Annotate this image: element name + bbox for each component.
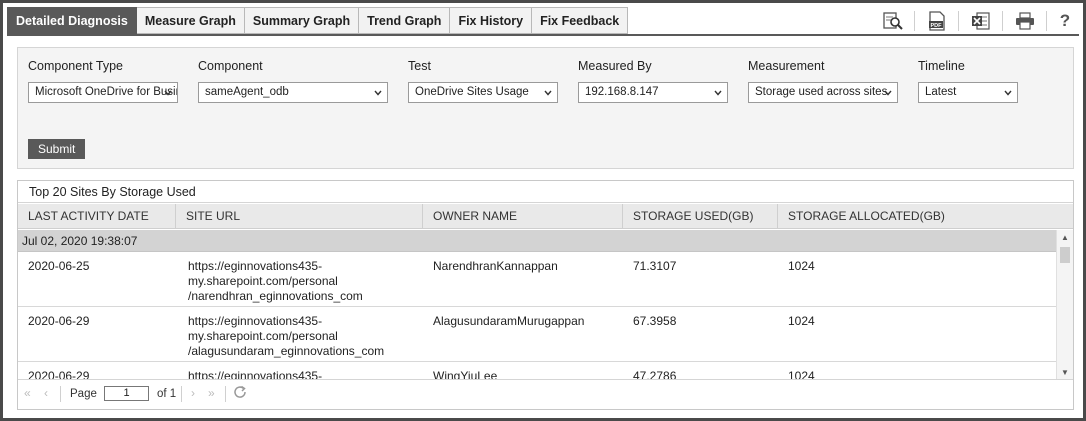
chevron-down-icon (164, 90, 172, 96)
page-label: Page (70, 388, 97, 400)
sites-table-panel: Top 20 Sites By Storage Used LAST ACTIVI… (17, 180, 1074, 410)
pdf-export-icon[interactable]: PDF (926, 11, 948, 31)
page-number-input[interactable]: 1 (104, 386, 149, 401)
tab-summary-graph[interactable]: Summary Graph (244, 7, 360, 34)
scrollbar-thumb[interactable] (1060, 247, 1070, 263)
timeline-select[interactable]: Latest (918, 82, 1018, 103)
cell-storage-allocated: 1024 (788, 314, 815, 328)
table-body: Jul 02, 2020 19:38:07 2020-06-25 https:/… (18, 230, 1056, 380)
test-value: OneDrive Sites Usage (415, 86, 529, 98)
filter-panel: Component Type Microsoft OneDrive for Bu… (17, 47, 1074, 169)
component-select[interactable]: sameAgent_odb (198, 82, 388, 103)
measurement-select[interactable]: Storage used across sites (748, 82, 898, 103)
toolbar-separator (1046, 11, 1047, 31)
diagnosis-window: Detailed Diagnosis Measure Graph Summary… (0, 0, 1086, 421)
scroll-down-icon[interactable]: ▼ (1061, 368, 1069, 377)
submit-button[interactable]: Submit (28, 139, 86, 159)
tab-trend-graph[interactable]: Trend Graph (359, 7, 451, 34)
site-url-line: /narendhran_eginnovations_com (188, 289, 363, 303)
next-page-icon[interactable]: › (191, 386, 195, 400)
table-row: 2020-06-25 https://eginnovations435- my.… (18, 252, 1056, 307)
table-title: Top 20 Sites By Storage Used (18, 181, 1073, 203)
measurement-label: Measurement (748, 59, 825, 73)
site-url-line: /alagusundaram_eginnovations_com (188, 344, 385, 358)
component-type-field: Component Type Microsoft OneDrive for Bu… (28, 59, 178, 103)
refresh-icon[interactable] (232, 384, 248, 403)
tab-measure-graph[interactable]: Measure Graph (136, 7, 245, 34)
table-header: LAST ACTIVITY DATE SITE URL OWNER NAME S… (18, 204, 1073, 229)
column-header-site-url[interactable]: SITE URL (176, 204, 423, 229)
cell-storage-allocated: 1024 (788, 259, 815, 273)
cell-site-url: https://eginnovations435- my.sharepoint.… (188, 259, 363, 304)
pagination-bar: « ‹ Page 1 of 1 › » (18, 379, 1073, 409)
measured-by-label: Measured By (578, 59, 652, 73)
chevron-down-icon (1004, 90, 1012, 96)
column-header-last-activity-date[interactable]: LAST ACTIVITY DATE (18, 204, 176, 229)
scroll-up-icon[interactable]: ▲ (1061, 233, 1069, 242)
timeline-value: Latest (925, 86, 957, 98)
vertical-scrollbar[interactable]: ▲ ▼ (1056, 230, 1073, 380)
chevron-down-icon (884, 90, 892, 96)
table-row: 2020-06-29 https://eginnovations435- Win… (18, 362, 1056, 380)
help-icon[interactable]: ? (1057, 11, 1073, 31)
print-icon[interactable] (1014, 11, 1036, 31)
pager-separator (181, 386, 182, 402)
tab-detailed-diagnosis[interactable]: Detailed Diagnosis (7, 7, 137, 34)
component-type-select[interactable]: Microsoft OneDrive for Business (28, 82, 178, 103)
cell-storage-used: 71.3107 (633, 259, 677, 273)
table-row: 2020-06-29 https://eginnovations435- my.… (18, 307, 1056, 362)
tab-underline (7, 34, 1079, 36)
timeline-label: Timeline (918, 59, 965, 73)
column-header-storage-allocated[interactable]: STORAGE ALLOCATED(GB) (778, 204, 1073, 229)
toolbar-separator (1002, 11, 1003, 31)
pager-separator (225, 386, 226, 402)
measured-by-field: Measured By 192.168.8.147 (578, 59, 728, 103)
component-value: sameAgent_odb (205, 86, 289, 98)
tab-fix-history[interactable]: Fix History (450, 7, 533, 34)
last-page-icon[interactable]: » (208, 386, 215, 400)
page-count-label: of 1 (157, 388, 177, 400)
cell-owner-name: AlagusundaramMurugappan (433, 314, 585, 328)
column-header-owner-name[interactable]: OWNER NAME (423, 204, 623, 229)
cell-site-url: https://eginnovations435- my.sharepoint.… (188, 314, 384, 359)
group-row-timestamp: Jul 02, 2020 19:38:07 (18, 230, 1056, 252)
cell-last-activity-date: 2020-06-29 (28, 314, 90, 328)
toolbar: PDF ? (871, 11, 1073, 31)
component-type-value: Microsoft OneDrive for Business (35, 86, 177, 98)
pdf-icon-text: PDF (931, 23, 943, 29)
timeline-field: Timeline Latest (918, 59, 1018, 103)
measurement-field: Measurement Storage used across sites (748, 59, 898, 103)
tab-fix-feedback[interactable]: Fix Feedback (532, 7, 629, 34)
component-label: Component (198, 59, 263, 73)
test-label: Test (408, 59, 431, 73)
cell-last-activity-date: 2020-06-25 (28, 259, 90, 273)
site-url-line: my.sharepoint.com/personal (188, 274, 338, 288)
toolbar-separator (914, 11, 915, 31)
previous-page-icon[interactable]: ‹ (44, 386, 48, 400)
measurement-value: Storage used across sites (755, 86, 888, 98)
test-field: Test OneDrive Sites Usage (408, 59, 558, 103)
zoom-report-icon[interactable] (882, 11, 904, 31)
site-url-line: https://eginnovations435- (188, 314, 323, 328)
site-url-line: my.sharepoint.com/personal (188, 329, 338, 343)
measured-by-select[interactable]: 192.168.8.147 (578, 82, 728, 103)
cell-storage-used: 67.3958 (633, 314, 677, 328)
column-header-storage-used[interactable]: STORAGE USED(GB) (623, 204, 778, 229)
excel-export-icon[interactable] (970, 11, 992, 31)
chevron-down-icon (544, 90, 552, 96)
component-type-label: Component Type (28, 59, 123, 73)
test-select[interactable]: OneDrive Sites Usage (408, 82, 558, 103)
toolbar-separator (958, 11, 959, 31)
site-url-line: https://eginnovations435- (188, 259, 323, 273)
first-page-icon[interactable]: « (24, 386, 31, 400)
chevron-down-icon (374, 90, 382, 96)
measured-by-value: 192.168.8.147 (585, 86, 659, 98)
pager-separator (60, 386, 61, 402)
tab-bar: Detailed Diagnosis Measure Graph Summary… (7, 7, 629, 34)
cell-owner-name: NarendhranKannappan (433, 259, 558, 273)
chevron-down-icon (714, 90, 722, 96)
component-field: Component sameAgent_odb (198, 59, 388, 103)
